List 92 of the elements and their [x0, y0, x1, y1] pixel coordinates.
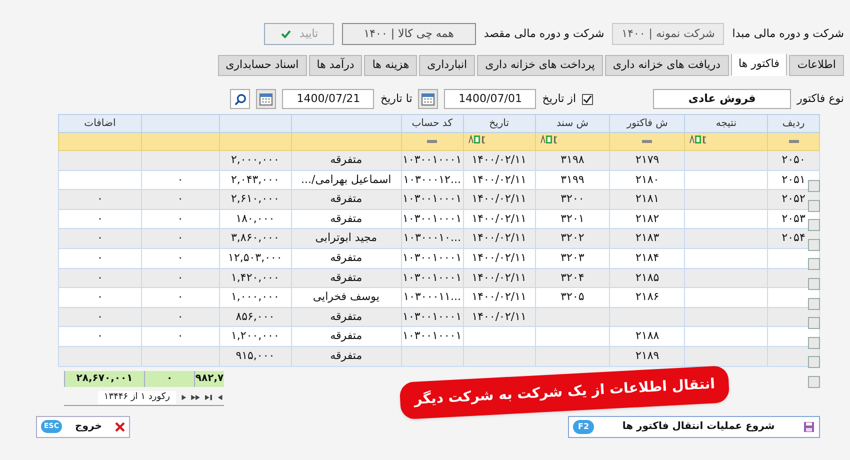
next-icon[interactable]	[180, 394, 187, 402]
table-cell: ۰	[141, 228, 220, 248]
table-cell: ۰	[58, 228, 142, 248]
fast-forward-icon[interactable]	[191, 394, 200, 402]
table-cell: ۱۰۳۰۰۱۰۰۰۱	[401, 150, 464, 170]
table-cell: ۲۱۸۳	[610, 228, 685, 248]
table-cell: ...۱۰۳۰۰۰۱۱	[401, 288, 464, 308]
check-icon	[280, 28, 292, 40]
table-cell: ۲۱۸۶	[610, 288, 685, 308]
table-cell: ۲۱۸۴	[610, 248, 685, 268]
table-cell: متفرقه	[291, 326, 402, 346]
filter-text-icon[interactable]	[540, 135, 558, 144]
source-label: شرکت و دوره مالی مبدا	[732, 26, 844, 42]
table-cell: ۱۲,۵۰۳,۰۰۰	[219, 248, 292, 268]
tab[interactable]: انبارداری	[419, 55, 476, 76]
filter-text-icon[interactable]	[468, 135, 486, 144]
table-cell: ۳۲۰۲	[535, 228, 610, 248]
table-cell: ۱,۰۰۰,۰۰۰	[219, 288, 292, 308]
filter-equals-icon[interactable]	[427, 140, 438, 143]
tab[interactable]: اسناد حسابداری	[218, 55, 307, 76]
table-cell: ۲,۰۰۰,۰۰۰	[219, 150, 292, 170]
table-cell: ۱۴۰۰/۰۲/۱۱	[463, 150, 536, 170]
table-cell: ۰	[58, 248, 142, 268]
save-icon	[803, 420, 815, 433]
table-cell: متفرقه	[291, 190, 402, 210]
table-cell: ۲۱۸۹	[610, 346, 685, 366]
total-cell: ۲۸,۶۷۰,۰۰۱	[64, 370, 144, 387]
table-cell: ۰	[58, 326, 142, 346]
column-header[interactable]: ش فاکتور	[610, 114, 685, 132]
filter-equals-icon[interactable]	[788, 140, 799, 143]
column-header[interactable]: نتیجه	[684, 114, 768, 132]
tab[interactable]: دریافت های خزانه داری	[604, 55, 729, 76]
table-cell: ۳۲۰۰	[535, 190, 610, 210]
table-cell: متفرقه	[291, 346, 402, 366]
table-cell: ۳,۸۶۰,۰۰۰	[219, 228, 292, 248]
table-cell: ۱۰۳۰۰۱۰۰۰۱	[401, 190, 464, 210]
table-cell: ۱۴۰۰/۰۲/۱۱	[463, 190, 536, 210]
tab[interactable]: هزینه ها	[364, 55, 418, 76]
target-label: شرکت و دوره مالی مقصد	[484, 26, 604, 42]
table-cell: ۰	[141, 190, 220, 210]
table-cell: ۰	[58, 288, 142, 308]
table-cell: مجید ابوترابی	[291, 228, 402, 248]
table-cell: ۰	[141, 288, 220, 308]
total-cell: ۰	[144, 370, 194, 387]
tab[interactable]: درآمد ها	[308, 55, 362, 76]
table-cell: ۱۰۳۰۰۱۰۰۰۱	[401, 248, 464, 268]
table-cell: ۲۱۷۹	[610, 150, 685, 170]
tab[interactable]: فاکتور ها	[730, 54, 788, 76]
callout-banner: انتقال اطلاعات از یک شرکت به شرکت دیگر	[399, 365, 730, 420]
shortcut-badge: F2	[573, 420, 594, 434]
checkbox[interactable]	[582, 94, 594, 104]
table-cell: ۲۱۸۸	[610, 326, 685, 346]
tab[interactable]: پرداخت های خزانه داری	[477, 55, 603, 76]
table-cell: ۲۱۸۱	[610, 190, 685, 210]
column-header[interactable]: ردیف	[768, 114, 820, 132]
table-cell: ۲,۶۱۰,۰۰۰	[219, 190, 292, 210]
record-counter: رکورد ۱ از ۱۳۴۴۶	[98, 390, 176, 404]
table-cell: متفرقه	[291, 150, 402, 170]
table-cell: ۳۲۰۵	[535, 288, 610, 308]
invoice-type-field[interactable]: فروش عادی	[653, 89, 792, 109]
close-icon	[115, 422, 125, 432]
search-icon[interactable]	[234, 92, 247, 106]
field-label: تا تاریخ	[380, 90, 412, 107]
table-cell: ۰	[141, 326, 220, 346]
table-cell: ۲۰۵۰	[768, 150, 820, 170]
table-cell: ۱۴۰۰/۰۲/۱۱	[463, 248, 536, 268]
tab[interactable]: اطلاعات	[789, 55, 844, 76]
filter-text-icon[interactable]	[689, 135, 708, 144]
table-cell: متفرقه	[291, 248, 402, 268]
table-cell: یوسف فخرایی	[291, 288, 402, 308]
total-cell: ۹۸۲,۷	[194, 370, 224, 387]
target-field[interactable]: همه چی کالا | ۱۴۰۰	[342, 23, 476, 45]
table-cell: ۰	[141, 248, 220, 268]
column-header[interactable]: اضافات	[58, 114, 142, 132]
date-field[interactable]: 1400/07/21	[282, 89, 374, 109]
table-cell: ...۱۰۳۰۰۰۱۰	[401, 228, 464, 248]
previous-icon[interactable]	[217, 394, 224, 402]
table-cell: ۱,۲۰۰,۰۰۰	[219, 326, 292, 346]
table-cell: ۰	[58, 190, 142, 210]
table-cell: ۹۱۵,۰۰۰	[219, 346, 292, 366]
table-cell: ۱۴۰۰/۰۲/۱۱	[463, 288, 536, 308]
table-cell: ۱۰۳۰۰۱۰۰۰۱	[401, 326, 464, 346]
field-label: نوع فاکتور	[797, 90, 844, 107]
filter-equals-icon[interactable]	[642, 140, 652, 143]
table-cell: ۳۱۹۸	[535, 150, 610, 170]
table-cell: ۱۴۰۰/۰۲/۱۱	[463, 228, 536, 248]
date-field[interactable]: 1400/07/01	[444, 89, 536, 109]
search-button[interactable]	[230, 89, 250, 109]
source-field[interactable]: شرکت نمونه | ۱۴۰۰	[612, 23, 724, 45]
last-icon[interactable]	[204, 394, 213, 402]
field-label: از تاریخ	[542, 90, 576, 107]
table-cell: ۳۲۰۳	[535, 248, 610, 268]
